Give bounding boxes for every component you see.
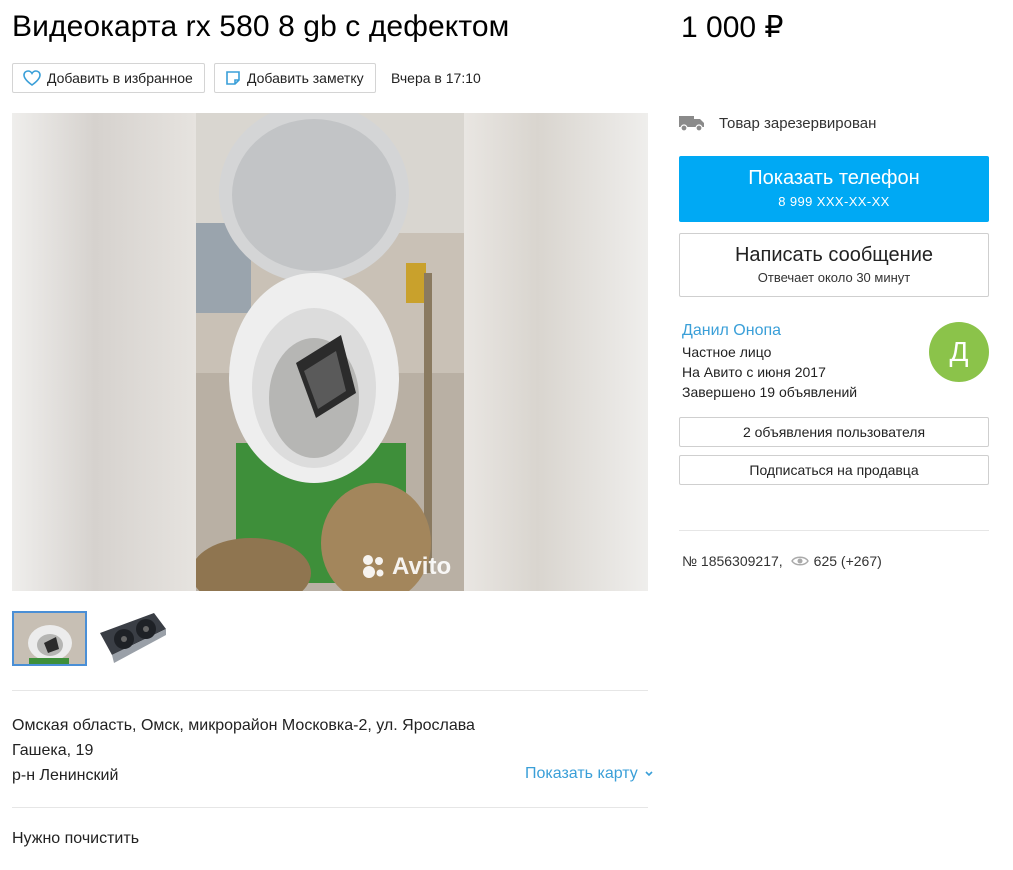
response-time: Отвечает около 30 минут xyxy=(757,270,911,285)
divider xyxy=(12,807,648,808)
thumbnail-image xyxy=(96,611,171,666)
main-photo[interactable]: Avito xyxy=(12,113,648,591)
add-to-favorites-label: Добавить в избранное xyxy=(47,70,193,86)
eye-icon xyxy=(790,556,809,566)
note-icon xyxy=(226,71,240,85)
avito-logo-icon xyxy=(363,555,384,578)
reserved-status-text: Товар зарезервирован xyxy=(719,114,877,132)
seller-since: На Авито с июня 2017 xyxy=(682,364,826,380)
seller-avatar[interactable]: Д xyxy=(929,322,989,382)
photo-blur-right xyxy=(464,113,648,591)
avito-watermark: Avito xyxy=(360,553,451,581)
seller-type: Частное лицо xyxy=(682,344,772,360)
heart-icon xyxy=(23,70,41,86)
district: р-н Ленинский xyxy=(12,767,119,784)
gallery-thumbnail-2[interactable] xyxy=(96,611,171,666)
address: Омская область, Омск, микрорайон Московк… xyxy=(12,713,512,788)
address-line-2: Гашека, 19 xyxy=(12,742,94,759)
listing-photo xyxy=(196,113,464,591)
ad-meta: № 1856309217, 625 (+267) xyxy=(682,553,882,569)
write-message-title: Написать сообщение xyxy=(734,244,933,266)
avito-watermark-text: Avito xyxy=(392,553,452,580)
reserved-status: Товар зарезервирован xyxy=(679,114,876,132)
divider xyxy=(679,530,989,531)
write-message-button[interactable]: Написать сообщение Отвечает около 30 мин… xyxy=(679,233,989,297)
seller-completed-ads: Завершено 19 объявлений xyxy=(682,384,858,400)
address-line-1: Омская область, Омск, микрорайон Московк… xyxy=(12,717,475,734)
add-to-favorites-button[interactable]: Добавить в избранное xyxy=(12,63,205,93)
show-map-label: Показать карту xyxy=(525,765,638,782)
show-phone-button[interactable]: Показать телефон 8 999 XXX-XX-XX xyxy=(679,156,989,222)
listing-description: Нужно почистить xyxy=(12,830,140,847)
subscribe-seller-button[interactable]: Подписаться на продавца xyxy=(679,455,989,485)
add-note-label: Добавить заметку xyxy=(247,70,364,86)
show-map-link[interactable]: Показать карту xyxy=(525,765,654,783)
ad-number: № 1856309217, xyxy=(682,553,783,569)
thumbnail-image xyxy=(14,613,85,664)
show-phone-title: Показать телефон xyxy=(748,167,920,189)
chevron-down-icon xyxy=(645,771,653,776)
gallery-thumbnail-1[interactable] xyxy=(12,611,87,666)
seller-name-link[interactable]: Данил Онопа xyxy=(682,322,781,340)
listing-title: Видеокарта rx 580 8 gb с дефектом xyxy=(12,10,510,43)
views-count: 625 (+267) xyxy=(813,553,882,569)
posted-time: Вчера в 17:10 xyxy=(391,70,481,86)
divider xyxy=(12,690,648,691)
truck-icon xyxy=(679,116,704,132)
photo-blur-left xyxy=(12,113,196,591)
listing-price: 1 000 ₽ xyxy=(681,11,784,44)
phone-number-masked: 8 999 XXX-XX-XX xyxy=(778,194,890,209)
add-note-button[interactable]: Добавить заметку xyxy=(214,63,376,93)
user-ads-button[interactable]: 2 объявления пользователя xyxy=(679,417,989,447)
